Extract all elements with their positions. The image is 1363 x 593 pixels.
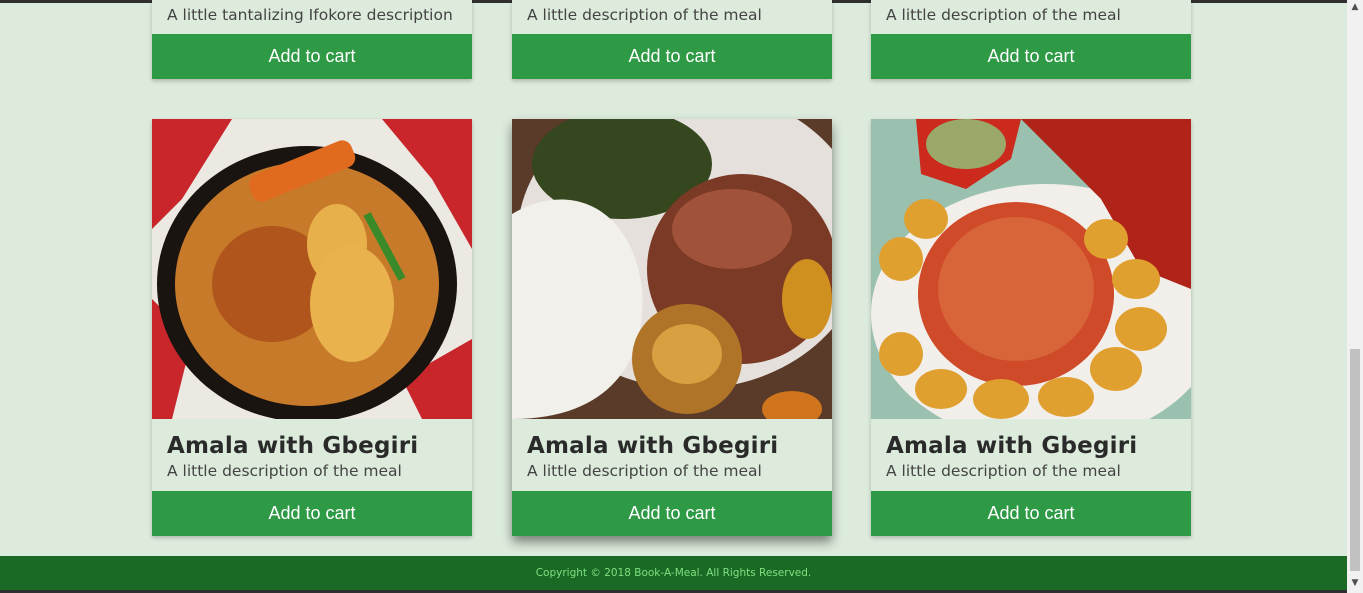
meal-card-top-3: A little description of the meal Add to … bbox=[871, 0, 1191, 79]
add-to-cart-button[interactable]: Add to cart bbox=[512, 34, 832, 79]
add-to-cart-button[interactable]: Add to cart bbox=[152, 491, 472, 536]
meal-description: A little description of the meal bbox=[167, 462, 402, 480]
page-footer: Copyright © 2018 Book-A-Meal. All Rights… bbox=[0, 556, 1347, 590]
meal-description: A little tantalizing Ifokore description bbox=[167, 6, 453, 24]
copyright-text: Copyright © 2018 Book-A-Meal. All Rights… bbox=[535, 567, 812, 579]
meal-title: Amala with Gbegiri bbox=[886, 433, 1138, 459]
meal-description: A little description of the meal bbox=[886, 462, 1121, 480]
add-to-cart-button[interactable]: Add to cart bbox=[871, 491, 1191, 536]
meal-card-2: Amala with Gbegiri A little description … bbox=[512, 119, 832, 536]
add-to-cart-button[interactable]: Add to cart bbox=[871, 34, 1191, 79]
vertical-scrollbar[interactable]: ▲ ▼ bbox=[1347, 0, 1363, 593]
scrollbar-thumb[interactable] bbox=[1350, 349, 1360, 571]
add-to-cart-button[interactable]: Add to cart bbox=[512, 491, 832, 536]
meal-card-top-2: A little description of the meal Add to … bbox=[512, 0, 832, 79]
meal-image[interactable] bbox=[871, 119, 1191, 419]
add-to-cart-button[interactable]: Add to cart bbox=[152, 34, 472, 79]
meal-image[interactable] bbox=[152, 119, 472, 419]
meal-image[interactable] bbox=[512, 119, 832, 419]
meal-description: A little description of the meal bbox=[886, 6, 1121, 24]
meal-card-1: Amala with Gbegiri A little description … bbox=[152, 119, 472, 536]
meal-title: Amala with Gbegiri bbox=[527, 433, 779, 459]
triangle-up-icon[interactable]: ▲ bbox=[1350, 2, 1360, 12]
meal-description: A little description of the meal bbox=[527, 462, 762, 480]
meal-description: A little description of the meal bbox=[527, 6, 762, 24]
meal-title: Amala with Gbegiri bbox=[167, 433, 419, 459]
meal-card-3: Amala with Gbegiri A little description … bbox=[871, 119, 1191, 536]
meal-card-top-1: A little tantalizing Ifokore description… bbox=[152, 0, 472, 79]
triangle-down-icon[interactable]: ▼ bbox=[1350, 578, 1360, 588]
